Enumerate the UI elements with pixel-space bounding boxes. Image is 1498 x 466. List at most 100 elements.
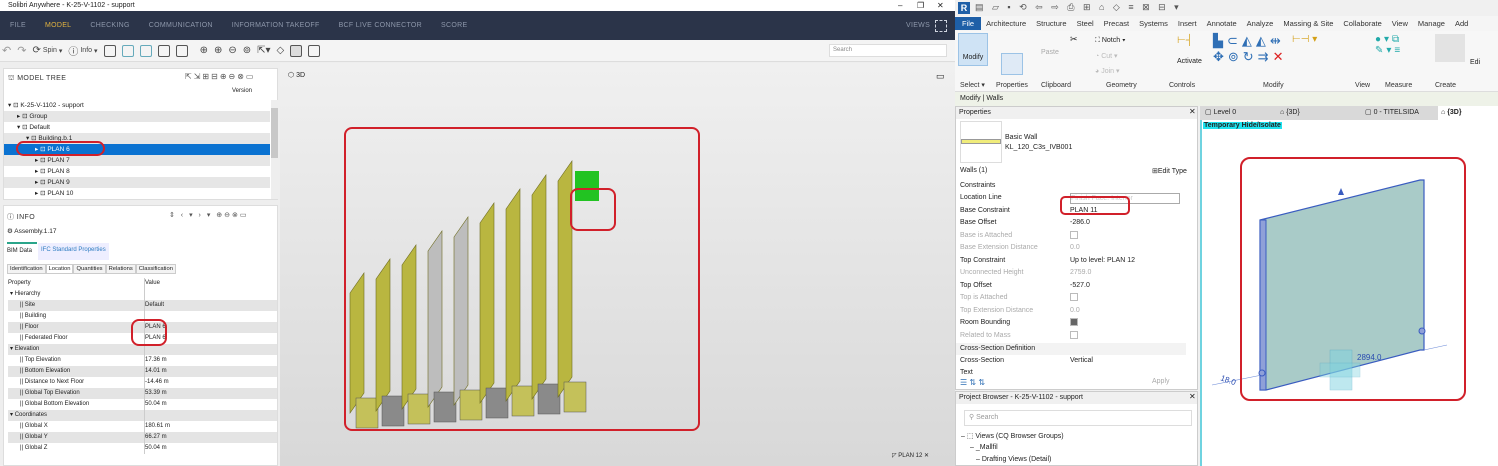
prop-value[interactable]: Up to level: PLAN 12 bbox=[1070, 255, 1135, 268]
ribbon-tab[interactable]: Precast bbox=[1099, 19, 1134, 28]
ribbon-tab[interactable]: Analyze bbox=[1242, 19, 1279, 28]
tree-item[interactable]: ▸ ⊡ PLAN 8 bbox=[4, 166, 270, 177]
view-tab-3d-active[interactable]: ⌂ {3D} bbox=[1438, 106, 1498, 120]
nav-file[interactable]: FILE bbox=[10, 22, 26, 29]
tab-ifc-properties[interactable]: IFC Standard Properties bbox=[38, 243, 109, 260]
info-row[interactable]: || Global Y 66.27 m bbox=[8, 432, 277, 443]
nav-information-takeoff[interactable]: INFORMATION TAKEOFF bbox=[232, 22, 320, 29]
subtab-classification[interactable]: Classification bbox=[135, 264, 176, 274]
zoom-selected-icon[interactable]: ⊚ bbox=[243, 45, 251, 56]
maximize-icon[interactable]: ▭ bbox=[936, 71, 945, 82]
search-input[interactable]: Search bbox=[829, 44, 947, 57]
ribbon-tab[interactable]: View bbox=[1387, 19, 1413, 28]
prop-row-cross-section[interactable]: Cross-Section Vertical bbox=[960, 355, 1185, 368]
modify-tools-icons[interactable]: ▙⊂◭◭⇹ ✥⊚↻⇉✕ bbox=[1213, 33, 1287, 65]
info-row[interactable]: || Global Bottom Elevation 50.04 m bbox=[8, 399, 277, 410]
prop-row[interactable]: Room Bounding bbox=[960, 317, 1185, 330]
cut-icon[interactable]: ✂ bbox=[1070, 34, 1078, 45]
measure-icon[interactable]: ⊢⊣ ▾ bbox=[1292, 34, 1317, 45]
prop-value[interactable]: 0.0 bbox=[1070, 305, 1080, 318]
revit-logo[interactable]: R bbox=[958, 2, 970, 14]
tab-bim-data[interactable]: BIM Data bbox=[7, 242, 37, 260]
spin-button[interactable]: ⟳ Spin ▾ bbox=[32, 45, 62, 56]
activate-button[interactable]: Activate bbox=[1177, 58, 1202, 65]
instance-selector[interactable]: Walls (1) bbox=[960, 167, 987, 174]
layers-icon[interactable] bbox=[308, 44, 321, 57]
join-button[interactable]: ◕ Join ▾ bbox=[1095, 67, 1120, 75]
hide-icon[interactable] bbox=[121, 44, 134, 57]
nav-communication[interactable]: COMMUNICATION bbox=[149, 22, 213, 29]
3d-viewport[interactable]: ⬡ 3D ▭ ◸ PLAN 12 ✕ bbox=[280, 63, 955, 466]
close-button[interactable]: ✕ bbox=[937, 0, 944, 11]
quick-access-toolbar[interactable]: ▤ ▱ ▪ ⟲ ⇦ ⇨ ⎙ ⊞ ⌂ ◇ ≡ ⊠ ⊟ ▾ bbox=[975, 2, 1182, 13]
nav-bcf-live-connector[interactable]: BCF LIVE CONNECTOR bbox=[339, 22, 422, 29]
properties-close-icon[interactable]: ✕ bbox=[1189, 107, 1196, 116]
nav-checking[interactable]: CHECKING bbox=[90, 22, 129, 29]
plane-icon[interactable]: ◇ bbox=[277, 45, 285, 56]
section-icon[interactable] bbox=[175, 44, 188, 57]
paste-button[interactable]: Paste bbox=[1041, 49, 1059, 56]
browser-item-views[interactable]: – ⬚ Views (CQ Browser Groups) bbox=[961, 432, 1064, 440]
prop-row[interactable]: Base Offset -286.0 bbox=[960, 217, 1185, 230]
info-row[interactable]: || Global Top Elevation 53.39 m bbox=[8, 388, 277, 399]
info-row[interactable]: || Global X 180.61 m bbox=[8, 421, 277, 432]
apply-button[interactable]: Apply bbox=[1152, 378, 1170, 385]
subtab-identification[interactable]: Identification bbox=[7, 264, 46, 274]
select-icon[interactable]: ⇱▾ bbox=[257, 45, 270, 56]
edit-type-button[interactable]: ⊞Edit Type bbox=[1152, 167, 1187, 175]
prop-row[interactable]: Base Extension Distance 0.0 bbox=[960, 242, 1185, 255]
tree-item[interactable]: ▾ ⊡ K-25-V-1102 - support bbox=[4, 100, 270, 111]
edit-button[interactable]: Edi bbox=[1470, 59, 1480, 66]
views-icon[interactable] bbox=[935, 19, 947, 32]
info-button[interactable]: ⓘ Info ▾ bbox=[68, 43, 97, 58]
tree-scrollbar[interactable] bbox=[271, 100, 278, 199]
expand-icon[interactable]: ▸ bbox=[35, 190, 38, 197]
zoom-in-icon[interactable]: ⊕ bbox=[214, 45, 222, 56]
info-row[interactable]: || Top Elevation 17.36 m bbox=[8, 355, 277, 366]
prop-row[interactable]: Top Constraint Up to level: PLAN 12 bbox=[960, 255, 1185, 268]
prop-value[interactable]: -286.0 bbox=[1070, 217, 1090, 230]
expand-icon[interactable]: ▾ bbox=[17, 124, 20, 131]
sort-icons[interactable]: ☰ ⇅ ⇅ bbox=[960, 378, 985, 387]
minimize-button[interactable]: – bbox=[898, 0, 902, 11]
isolate-icon[interactable] bbox=[139, 44, 152, 57]
view-tab-titelsida[interactable]: ▢ 0 - TITELSIDA bbox=[1365, 106, 1419, 120]
type-selector[interactable]: Basic Wall KL_120_C3s_IVB001 bbox=[1005, 133, 1072, 153]
ribbon-tab[interactable]: Steel bbox=[1072, 19, 1099, 28]
prop-value[interactable]: -527.0 bbox=[1070, 280, 1090, 293]
expand-icon[interactable]: ▸ bbox=[17, 113, 20, 120]
info-nav-icons[interactable]: ⇕ ‹ ▾ › ▾ ⊕⊖⊗▭ bbox=[169, 211, 249, 219]
subtab-location[interactable]: Location bbox=[45, 264, 74, 274]
prop-checkbox[interactable] bbox=[1070, 330, 1078, 343]
redo-icon[interactable]: ↷ bbox=[17, 44, 26, 57]
tree-item[interactable]: ▸ ⊡ Group bbox=[4, 111, 270, 122]
section-text[interactable]: Text bbox=[960, 369, 973, 376]
tree-tool-icons[interactable]: ⇱⇲⊞⊟⊕⊖⊗▭ bbox=[185, 72, 255, 81]
ribbon-tab[interactable]: Systems bbox=[1134, 19, 1173, 28]
prop-value[interactable]: 0.0 bbox=[1070, 242, 1080, 255]
ribbon-tab[interactable]: Annotate bbox=[1202, 19, 1242, 28]
prop-row[interactable]: Top Extension Distance 0.0 bbox=[960, 305, 1185, 318]
activate-icon[interactable]: ⊢┤ bbox=[1177, 35, 1193, 46]
prop-row[interactable]: Unconnected Height 2759.0 bbox=[960, 267, 1185, 280]
nav-score[interactable]: SCORE bbox=[441, 22, 467, 29]
info-row[interactable]: || Distance to Next Floor -14.46 m bbox=[8, 377, 277, 388]
info-row[interactable]: ▾ Hierarchy bbox=[8, 289, 277, 300]
restore-button[interactable]: ❐ bbox=[917, 0, 924, 11]
prop-checkbox[interactable] bbox=[1070, 292, 1078, 305]
prop-checkbox[interactable] bbox=[1070, 317, 1078, 330]
plan-indicator[interactable]: ◸ PLAN 12 ✕ bbox=[892, 452, 929, 459]
floor-plan-icon[interactable] bbox=[290, 44, 303, 57]
prop-row[interactable]: Related to Mass bbox=[960, 330, 1185, 343]
prop-checkbox[interactable] bbox=[1070, 230, 1078, 243]
info-row[interactable]: ▾ Coordinates bbox=[8, 410, 277, 421]
tree-item[interactable]: ▸ ⊡ PLAN 9 bbox=[4, 177, 270, 188]
tree-item[interactable]: ▸ ⊡ PLAN 10 bbox=[4, 188, 270, 199]
section-cross[interactable]: Cross-Section Definition bbox=[956, 343, 1186, 355]
zoom-fit-icon[interactable]: ⊕ bbox=[200, 45, 208, 56]
visibility-icon[interactable] bbox=[103, 44, 116, 57]
ribbon-tab[interactable]: Massing & Site bbox=[1278, 19, 1338, 28]
revit-3d-view[interactable]: Temporary Hide/Isolate 2894.0 18.0 bbox=[1200, 120, 1498, 466]
ribbon-tab[interactable]: Insert bbox=[1173, 19, 1202, 28]
subtab-quantities[interactable]: Quantities bbox=[73, 264, 106, 274]
